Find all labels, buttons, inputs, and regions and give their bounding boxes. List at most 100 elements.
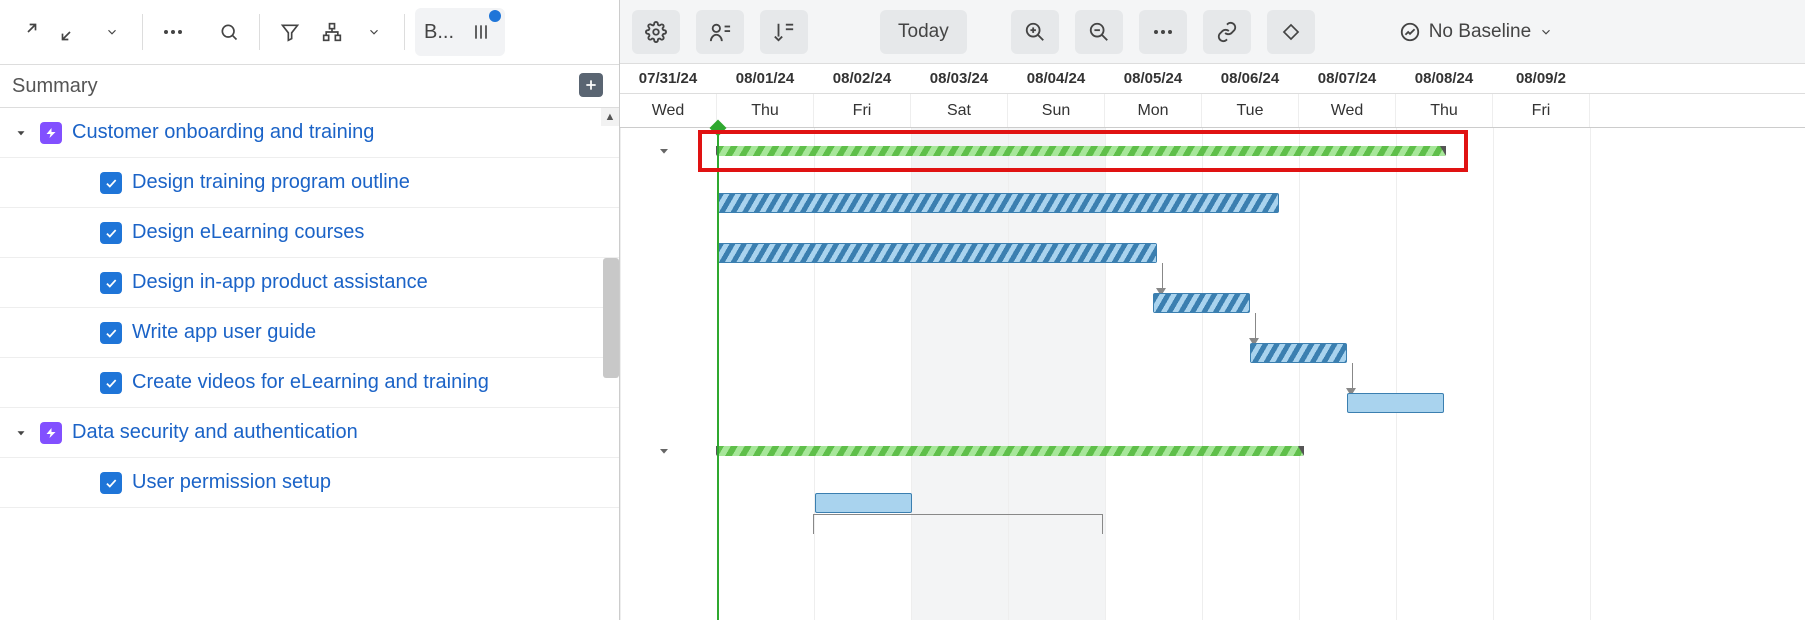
row-collapse-icon[interactable] (656, 143, 672, 164)
zoom-in-button[interactable] (1011, 10, 1059, 54)
baseline-dropdown[interactable]: No Baseline (1387, 10, 1565, 54)
day-col: Mon (1105, 94, 1202, 127)
left-toolbar: B... (0, 0, 619, 64)
filter-icon[interactable] (270, 12, 310, 52)
more-icon[interactable] (153, 12, 193, 52)
date-col: 08/08/24 (1396, 64, 1493, 93)
issue-link[interactable]: Design training program outline (132, 171, 410, 194)
tree-child-row[interactable]: Write app user guide (0, 308, 619, 358)
date-header: 07/31/2408/01/2408/02/2408/03/2408/04/24… (620, 64, 1805, 94)
toolbar-chevron-down-icon-2[interactable] (354, 12, 394, 52)
b-button[interactable]: B... (421, 12, 457, 52)
tree-child-row[interactable]: Design training program outline (0, 158, 619, 208)
milestone-button[interactable] (1267, 10, 1315, 54)
task-bar[interactable] (717, 193, 1279, 213)
tree-child-row[interactable]: Create videos for eLearning and training (0, 358, 619, 408)
gantt-pane: Today No Baseline 07/ (620, 0, 1805, 620)
view-group: B... (415, 8, 505, 56)
link-button[interactable] (1203, 10, 1251, 54)
issue-link[interactable]: Design in-app product assistance (132, 271, 428, 294)
critical-path-button[interactable] (760, 10, 808, 54)
gantt-summary-row[interactable] (620, 128, 1805, 178)
gantt-task-row[interactable] (620, 378, 1805, 428)
gantt-task-row[interactable] (620, 228, 1805, 278)
tree-child-row[interactable]: Design eLearning courses (0, 208, 619, 258)
task-icon (100, 472, 122, 494)
issue-link[interactable]: User permission setup (132, 471, 331, 494)
date-col: 08/07/24 (1299, 64, 1396, 93)
gantt-task-row[interactable] (620, 278, 1805, 328)
right-toolbar: Today No Baseline (620, 0, 1805, 64)
date-col: 08/09/2 (1493, 64, 1590, 93)
task-bar[interactable] (717, 243, 1157, 263)
task-bar[interactable] (1347, 393, 1444, 413)
issue-link[interactable]: Write app user guide (132, 321, 316, 344)
notification-dot (489, 10, 501, 22)
search-icon[interactable] (209, 12, 249, 52)
toolbar-chevron-down-icon[interactable] (92, 12, 132, 52)
gantt-task-row[interactable] (620, 328, 1805, 378)
issue-tree: ▲ Customer onboarding and training Desig… (0, 108, 619, 620)
issue-link[interactable]: Data security and authentication (72, 421, 358, 444)
epic-icon (40, 422, 62, 444)
date-col: 07/31/24 (620, 64, 717, 93)
baseline-label: No Baseline (1429, 21, 1531, 43)
dependency-bracket (813, 514, 1103, 534)
date-col: 08/02/24 (814, 64, 911, 93)
issue-link[interactable]: Design eLearning courses (132, 221, 364, 244)
settings-button[interactable] (632, 10, 680, 54)
summary-header: Summary (0, 64, 619, 108)
task-icon (100, 222, 122, 244)
issue-link[interactable]: Customer onboarding and training (72, 121, 374, 144)
hierarchy-icon[interactable] (312, 12, 352, 52)
day-col: Fri (814, 94, 911, 127)
issue-link[interactable]: Create videos for eLearning and training (132, 371, 489, 394)
people-button[interactable] (696, 10, 744, 54)
task-bar[interactable] (815, 493, 912, 513)
summary-label: Summary (12, 75, 98, 98)
columns-icon[interactable] (463, 12, 499, 52)
day-header: WedThuFriSatSunMonTueWedThuFri (620, 94, 1805, 128)
add-button[interactable] (579, 73, 603, 97)
today-line (717, 128, 719, 620)
task-bar[interactable] (1153, 293, 1250, 313)
summary-bar[interactable] (717, 446, 1303, 456)
gantt-body[interactable] (620, 128, 1805, 620)
task-bar[interactable] (1250, 343, 1347, 363)
left-pane: B... Summary ▲ Customer onboarding an (0, 0, 620, 620)
epic-icon (40, 122, 62, 144)
date-col: 08/04/24 (1008, 64, 1105, 93)
day-col: Fri (1493, 94, 1590, 127)
gantt-summary-row[interactable] (620, 428, 1805, 478)
chevron-down-icon[interactable] (12, 124, 30, 142)
collapse-icon[interactable] (50, 12, 90, 52)
date-col: 08/01/24 (717, 64, 814, 93)
date-col: 08/05/24 (1105, 64, 1202, 93)
tree-child-row[interactable]: User permission setup (0, 458, 619, 508)
day-col: Wed (1299, 94, 1396, 127)
expand-icon[interactable] (8, 12, 48, 52)
more-button[interactable] (1139, 10, 1187, 54)
tree-parent-row[interactable]: Customer onboarding and training (0, 108, 619, 158)
day-col: Wed (620, 94, 717, 127)
tree-parent-row[interactable]: Data security and authentication (0, 408, 619, 458)
day-col: Sun (1008, 94, 1105, 127)
task-icon (100, 372, 122, 394)
task-icon (100, 322, 122, 344)
today-button[interactable]: Today (880, 10, 967, 54)
row-collapse-icon[interactable] (656, 443, 672, 464)
gantt-task-row[interactable] (620, 478, 1805, 528)
day-col: Tue (1202, 94, 1299, 127)
zoom-out-button[interactable] (1075, 10, 1123, 54)
day-col: Thu (717, 94, 814, 127)
tree-child-row[interactable]: Design in-app product assistance (0, 258, 619, 308)
summary-bar[interactable] (717, 146, 1445, 156)
chevron-down-icon[interactable] (12, 424, 30, 442)
task-icon (100, 272, 122, 294)
task-icon (100, 172, 122, 194)
date-col: 08/06/24 (1202, 64, 1299, 93)
gantt-task-row[interactable] (620, 178, 1805, 228)
date-col: 08/03/24 (911, 64, 1008, 93)
day-col: Thu (1396, 94, 1493, 127)
scrollbar-thumb[interactable] (603, 258, 619, 378)
